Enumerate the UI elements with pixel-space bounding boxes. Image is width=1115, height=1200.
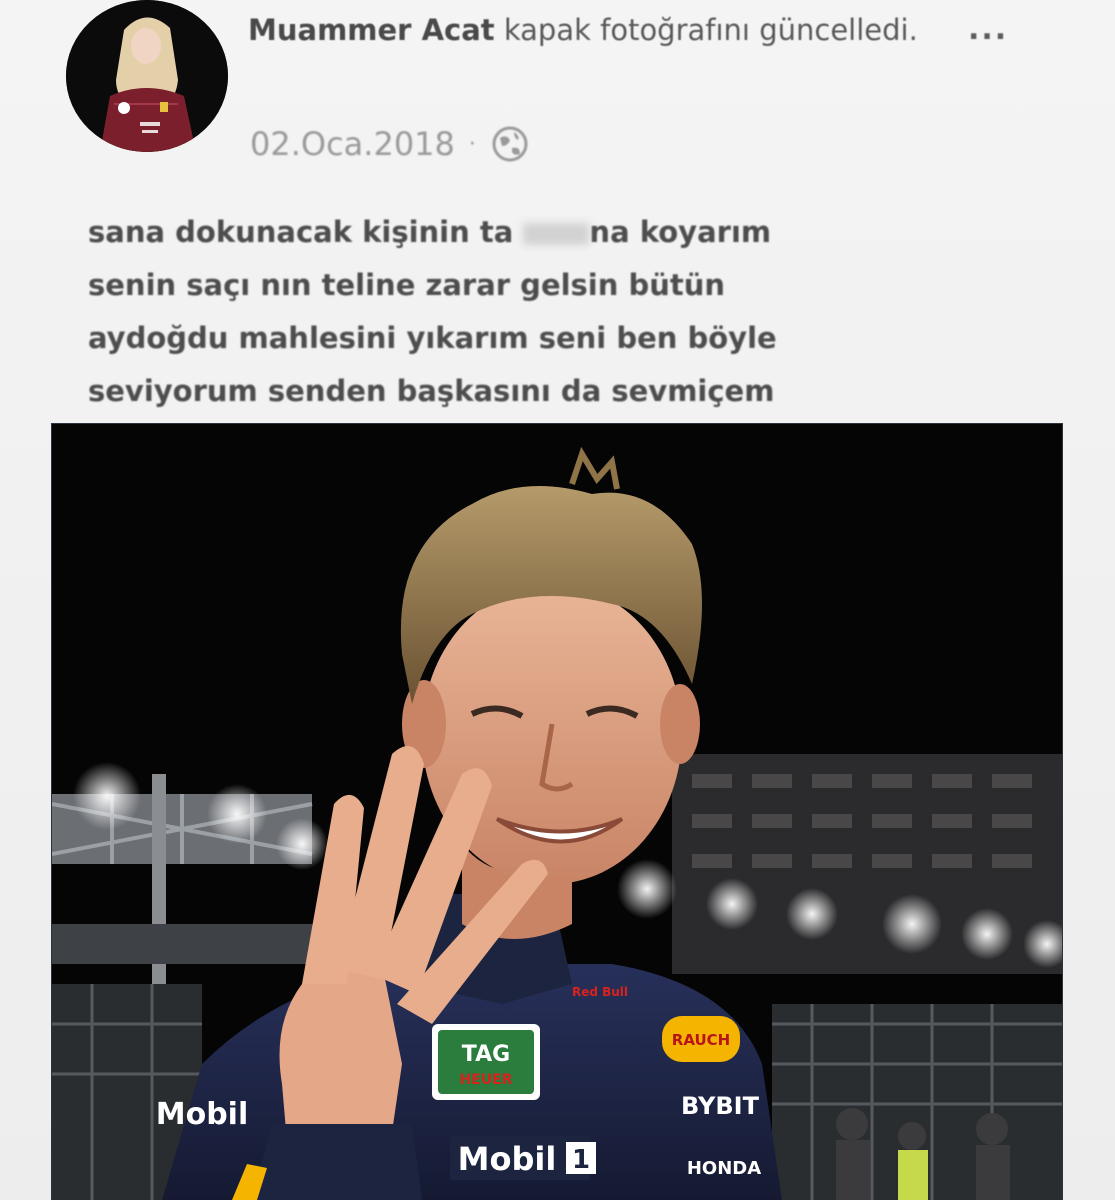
meta-separator: · [468,131,476,157]
author-name[interactable]: Muammer Acat [248,13,495,47]
post-header: Muammer Acat kapak fotoğrafını güncelled… [248,10,988,50]
post-text-line-4: seviyorum senden başkasını da sevmiçem [88,374,775,408]
cover-photo[interactable]: TAG HEUER RAUCH Red Bull BYBIT HONDA Mob… [52,424,1062,1200]
honda-logo: HONDA [687,1158,761,1179]
post-action: kapak fotoğrafını güncelledi. [503,13,918,47]
post-text-segment: sana dokunacak kişinin ta [88,215,514,249]
post-meta: 02.Oca.2018 · [250,124,530,164]
tag-heuer-logo: TAG [462,1042,510,1067]
mobil-logo: Mobil [458,1140,557,1178]
heuer-logo: HEUER [460,1072,513,1088]
globe-icon[interactable] [490,124,530,164]
cover-photo-image: TAG HEUER RAUCH Red Bull BYBIT HONDA Mob… [52,424,1062,1200]
post-text-line-1: sana dokunacak kişinin ta na koyarım [88,206,1018,259]
avatar-image [66,0,228,152]
post-date[interactable]: 02.Oca.2018 [250,125,455,163]
facebook-post: Muammer Acat kapak fotoğrafını güncelled… [0,0,1115,1200]
post-text-line-3: aydoğdu mahlesini yıkarım seni ben böyle [88,321,777,355]
mobil-1-logo: 1 [572,1145,590,1175]
post-text-line-2: senin saçı nın teline zarar gelsin bütün [88,268,726,302]
more-options-button[interactable]: ... [968,12,1008,47]
post-text-segment: na koyarım [589,215,772,249]
profile-avatar[interactable] [66,0,228,152]
rauch-logo: RAUCH [672,1031,730,1049]
redbull-logo: Red Bull [572,985,628,999]
mobil-sleeve-logo: Mobil [156,1097,249,1132]
bybit-logo: BYBIT [681,1092,760,1120]
censored-word [523,223,590,245]
post-text: sana dokunacak kişinin ta na koyarım sen… [88,206,1018,418]
